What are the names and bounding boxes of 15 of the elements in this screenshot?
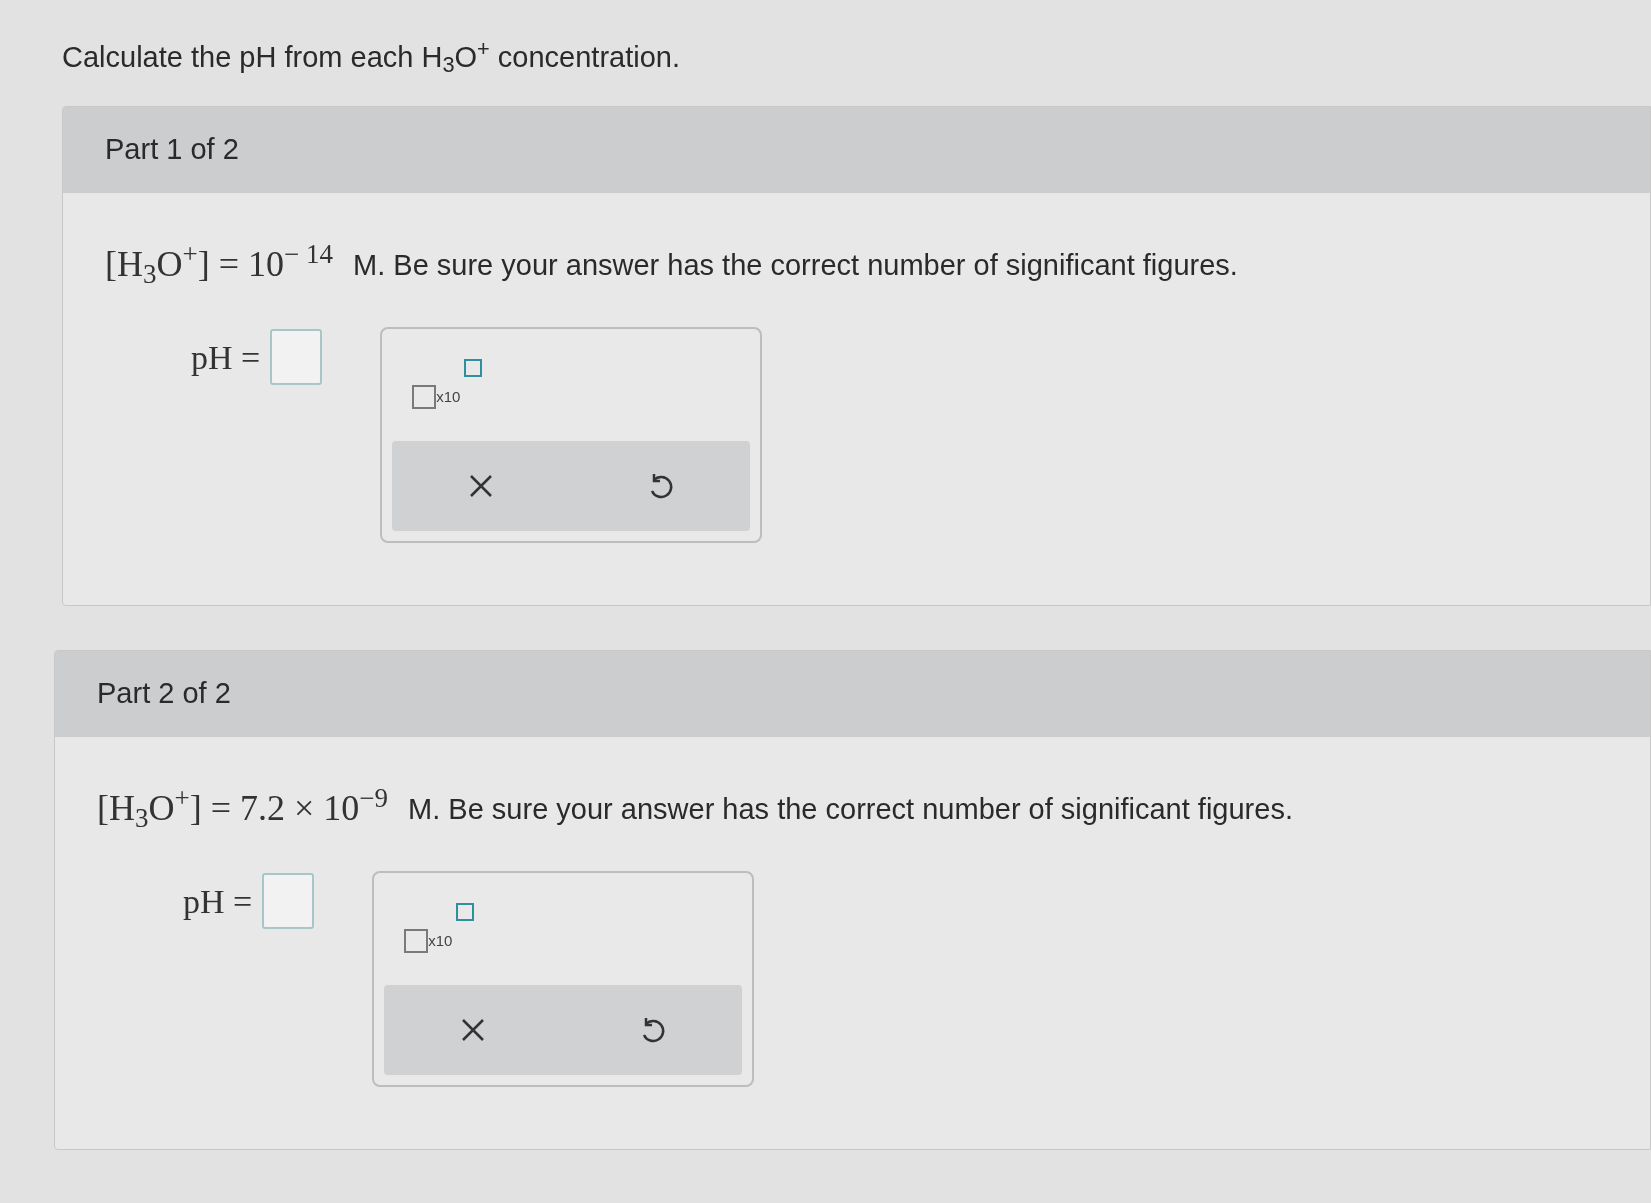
instruction-text: M. Be sure your answer has the correct number of significant figures. xyxy=(408,791,1293,827)
answer-field[interactable] xyxy=(270,329,323,385)
close-icon xyxy=(468,473,495,499)
question-text: Calculate the pH from each H$_{3}$O$^{+}$ concentration. xyxy=(62,36,680,80)
scientific-notation-button[interactable]: x10 xyxy=(412,359,489,409)
ph-label: pH = xyxy=(191,337,261,378)
concentration-equation: [H$_{3}$O$^{+}$] = 7.2 × 10$^{−9}$ xyxy=(97,781,389,835)
part-title: Part 2 of 2 xyxy=(97,676,231,712)
ph-label: pH = xyxy=(183,881,253,922)
answer-field[interactable] xyxy=(262,873,315,929)
instruction-text: M. Be sure your answer has the correct number of significant figures. xyxy=(353,247,1238,283)
scientific-notation-button[interactable]: x10 xyxy=(404,903,481,953)
concentration-equation: [H$_{3}$O$^{+}$] = 10$^{− 14}$ xyxy=(105,237,333,291)
close-icon xyxy=(460,1017,487,1043)
part-title: Part 1 of 2 xyxy=(105,132,239,168)
